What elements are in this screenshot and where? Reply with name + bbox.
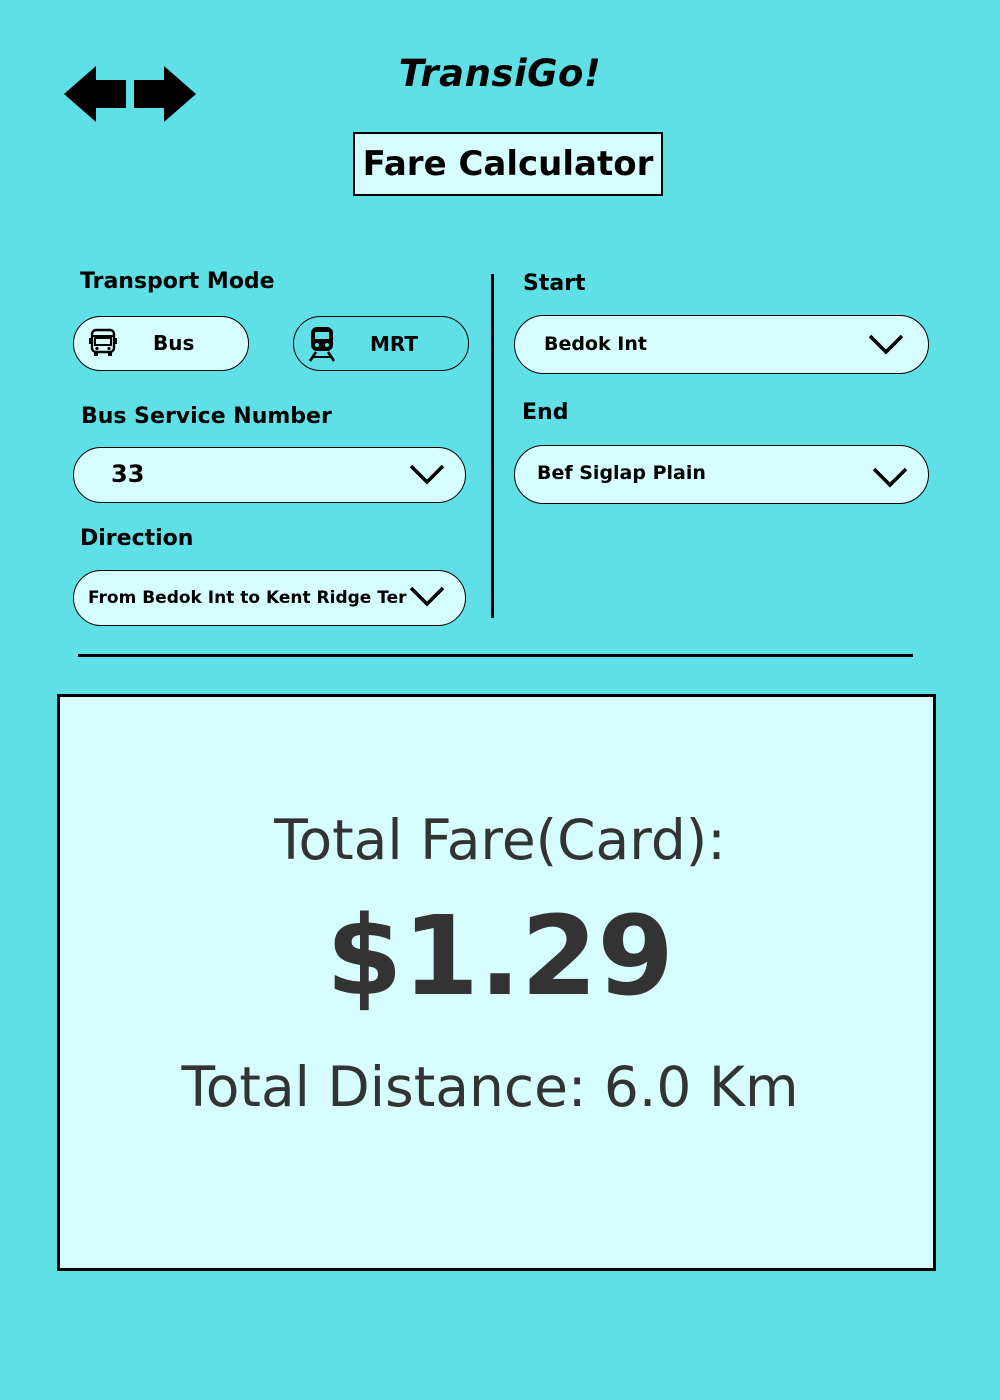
mode-mrt-label: MRT	[370, 332, 419, 356]
arrow-right-icon[interactable]	[134, 66, 196, 122]
total-distance: Total Distance: 6.0 Km	[181, 1055, 799, 1119]
arrow-left-icon[interactable]	[64, 66, 126, 122]
chevron-down-icon	[408, 584, 446, 612]
horizontal-divider	[78, 654, 913, 657]
train-icon	[307, 326, 337, 367]
total-fare-label: Total Fare(Card):	[274, 808, 726, 872]
mode-bus-label: Bus	[153, 331, 195, 355]
end-label: End	[522, 400, 569, 425]
bus-service-value: 33	[111, 460, 145, 488]
page-title-text: Fare Calculator	[362, 144, 654, 184]
end-select[interactable]: Bef Siglap Plain	[514, 445, 929, 504]
chevron-down-icon	[871, 465, 909, 493]
transport-mode-label: Transport Mode	[80, 269, 275, 294]
direction-select[interactable]: From Bedok Int to Kent Ridge Ter	[73, 570, 466, 626]
nav-arrows	[64, 64, 196, 124]
bus-icon	[88, 328, 118, 363]
page-title: Fare Calculator	[353, 132, 663, 196]
bus-service-select[interactable]: 33	[73, 447, 466, 503]
total-fare-amount: $1.29	[326, 892, 674, 1020]
start-select[interactable]: Bedok Int	[514, 315, 929, 374]
direction-value: From Bedok Int to Kent Ridge Ter	[88, 588, 407, 608]
start-value: Bedok Int	[544, 333, 647, 355]
bus-service-label: Bus Service Number	[81, 404, 332, 429]
direction-label: Direction	[80, 526, 194, 551]
vertical-divider	[491, 274, 494, 618]
mode-bus-button[interactable]: Bus	[73, 316, 249, 371]
chevron-down-icon	[408, 462, 446, 490]
end-value: Bef Siglap Plain	[537, 462, 706, 484]
chevron-down-icon	[867, 332, 905, 360]
mode-mrt-button[interactable]: MRT	[293, 316, 469, 371]
start-label: Start	[523, 271, 586, 296]
